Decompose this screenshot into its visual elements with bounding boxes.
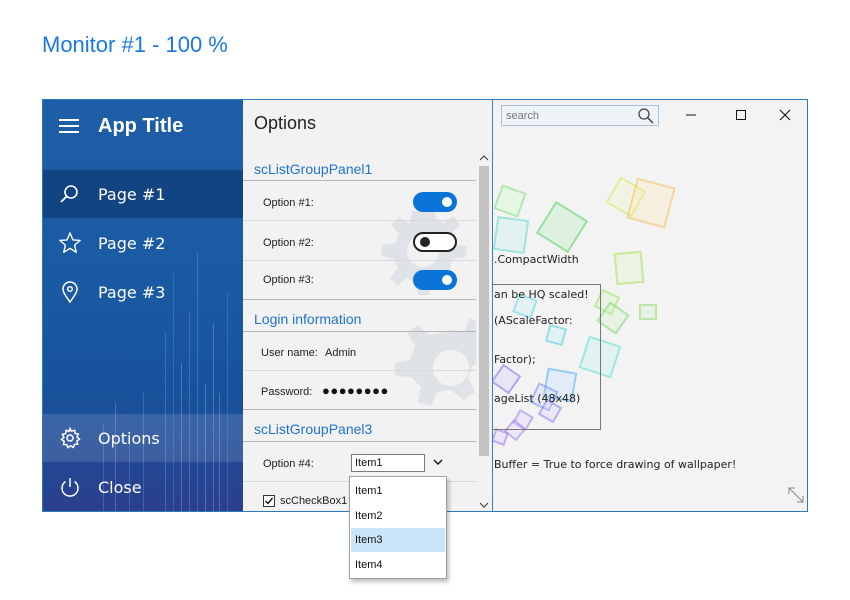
option-4-combobox[interactable]: Item1 — [351, 454, 425, 472]
options-title: Options — [254, 113, 317, 133]
divider — [243, 409, 476, 410]
nav-pane: App Title Page #1 Page #2 Page #3 Option… — [43, 100, 243, 511]
divider — [243, 370, 476, 371]
nav-item-page-2[interactable]: Page #2 — [43, 219, 243, 267]
dropdown-item[interactable]: Item4 — [351, 553, 445, 577]
option-2-label: Option #2: — [263, 237, 314, 249]
password-field[interactable]: ●●●●●●●● — [322, 383, 389, 398]
close-icon — [779, 109, 791, 121]
chevron-down-icon[interactable] — [432, 457, 444, 467]
option-4-label: Option #4: — [263, 458, 314, 470]
scrollbar-thumb[interactable] — [479, 166, 489, 456]
search-icon — [58, 182, 82, 206]
options-panel: Options scListGroupPanel1 Option #1: Opt… — [243, 100, 493, 511]
divider — [243, 260, 476, 261]
options-scrollbar[interactable] — [476, 152, 492, 511]
nav-item-page-3[interactable]: Page #3 — [43, 268, 243, 316]
close-window-button[interactable] — [769, 103, 801, 127]
password-label: Password: — [261, 386, 313, 398]
nav-item-close[interactable]: Close — [43, 463, 243, 511]
dropdown-item[interactable]: Item3 — [351, 528, 445, 552]
divider — [243, 299, 476, 300]
option-4-dropdown-list: Item1 Item2 Item3 Item4 — [349, 476, 447, 579]
scroll-up-icon[interactable] — [479, 154, 489, 162]
wallpaper-square — [493, 215, 530, 255]
monitor-title: Monitor #1 - 100 % — [42, 32, 228, 57]
dropdown-item[interactable]: Item1 — [351, 479, 445, 503]
hamburger-menu-icon[interactable] — [59, 118, 79, 139]
maximize-button[interactable] — [725, 103, 757, 127]
search-icon[interactable] — [637, 107, 655, 130]
wallpaper-area: .CompactWidth an be HQ scaled! (AScaleFa… — [493, 100, 807, 511]
wallpaper-text: an be HQ scaled! — [494, 288, 589, 301]
option-1-label: Option #1: — [263, 197, 314, 209]
wallpaper-square — [639, 304, 657, 320]
username-field[interactable]: Admin — [325, 347, 356, 359]
map-pin-icon — [58, 280, 82, 304]
star-icon — [58, 231, 82, 255]
minimize-icon — [686, 114, 696, 116]
wallpaper-text: (AScaleFactor: — [494, 314, 573, 327]
resize-grip-icon[interactable] — [787, 486, 805, 509]
wallpaper-text: .CompactWidth — [494, 253, 579, 266]
app-window: .CompactWidth an be HQ scaled! (AScaleFa… — [42, 99, 808, 512]
divider — [243, 180, 476, 181]
dropdown-item[interactable]: Item2 — [351, 504, 445, 528]
nav-item-page-1[interactable]: Page #1 — [43, 170, 243, 218]
scroll-down-icon[interactable] — [479, 501, 489, 509]
group-header-3: scListGroupPanel3 — [254, 421, 373, 437]
search-placeholder: search — [506, 110, 540, 122]
option-3-label: Option #3: — [263, 274, 314, 286]
nav-item-label: Options — [98, 428, 160, 448]
power-icon — [58, 475, 82, 499]
nav-item-label: Close — [98, 477, 142, 497]
checkbox[interactable] — [263, 495, 275, 507]
nav-item-label: Page #2 — [98, 233, 166, 253]
username-label: User name: — [261, 347, 318, 359]
divider — [243, 441, 476, 442]
wallpaper-square — [613, 250, 645, 286]
wallpaper-square — [493, 184, 527, 218]
search-input[interactable]: search — [501, 105, 659, 126]
wallpaper-text: ageList (48x48) — [494, 392, 581, 405]
divider — [243, 220, 476, 221]
option-1-toggle[interactable] — [413, 192, 457, 212]
checkmark-icon — [265, 497, 274, 505]
checkbox-label: scCheckBox1 — [280, 495, 348, 507]
group-header-1: scListGroupPanel1 — [254, 161, 373, 177]
app-title: App Title — [98, 115, 184, 137]
nav-item-label: Page #1 — [98, 184, 166, 204]
nav-item-options[interactable]: Options — [43, 414, 243, 462]
combobox-value: Item1 — [355, 457, 383, 469]
wallpaper-square — [535, 200, 589, 254]
minimize-button[interactable] — [675, 103, 707, 127]
wallpaper-text: Factor); — [494, 353, 536, 366]
option-3-toggle[interactable] — [413, 270, 457, 290]
option-2-toggle[interactable] — [413, 232, 457, 252]
wallpaper-text: Buffer = True to force drawing of wallpa… — [494, 458, 737, 471]
divider — [243, 331, 476, 332]
nav-item-label: Page #3 — [98, 282, 166, 302]
maximize-icon — [736, 110, 746, 120]
gear-icon — [58, 426, 82, 450]
group-header-2: Login information — [254, 311, 362, 327]
